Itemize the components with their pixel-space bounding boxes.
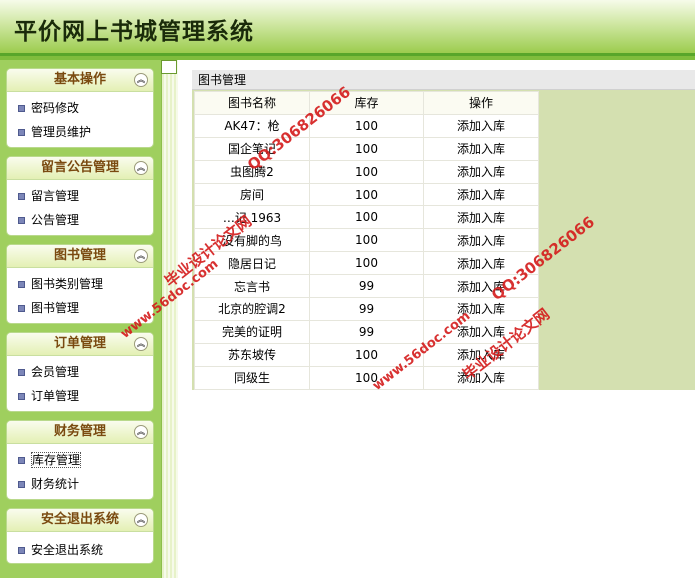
book-name-cell: 忘言书: [194, 274, 310, 299]
menu-group-finance: 财务管理 ︽ 库存管理 财务统计: [6, 420, 154, 500]
menu-group-logout: 安全退出系统 ︽ 安全退出系统: [6, 508, 154, 564]
stock-cell: 100: [309, 228, 424, 253]
add-stock-link[interactable]: 添加入库: [423, 228, 539, 253]
bullet-icon: [18, 193, 25, 200]
stock-cell: 100: [309, 182, 424, 207]
sidebar-splitter[interactable]: [162, 60, 178, 578]
stock-cell: 100: [309, 136, 424, 161]
book-name-cell: 完美的证明: [194, 319, 310, 344]
bullet-icon: [18, 281, 25, 288]
menu-group-title: 图书管理: [53, 248, 106, 263]
app-header: 平价网上书城管理系统: [0, 0, 695, 56]
menu-item-messages[interactable]: 留言管理: [7, 184, 153, 208]
add-stock-link[interactable]: 添加入库: [423, 136, 539, 161]
bullet-icon: [18, 457, 25, 464]
stock-cell: 100: [309, 159, 424, 184]
add-stock-link[interactable]: 添加入库: [423, 205, 539, 230]
menu-group-basic: 基本操作 ︽ 密码修改 管理员维护: [6, 68, 154, 148]
menu-item-notices[interactable]: 公告管理: [7, 208, 153, 232]
menu-group-title: 财务管理: [53, 424, 106, 439]
menu-item-book-categories[interactable]: 图书类别管理: [7, 272, 153, 296]
bullet-icon: [18, 217, 25, 224]
table-row: 忘言书 99 添加入库: [194, 274, 539, 299]
bullet-icon: [18, 105, 25, 112]
book-name-cell: 苏东坡传: [194, 342, 310, 367]
book-name-cell: 同级生: [194, 365, 310, 390]
menu-group-title: 安全退出系统: [40, 512, 119, 527]
menu-item-orders[interactable]: 订单管理: [7, 384, 153, 408]
collapse-icon[interactable]: ︽: [134, 425, 148, 439]
book-name-cell: 房间: [194, 182, 310, 207]
collapse-icon[interactable]: ︽: [134, 513, 148, 527]
menu-item-password[interactable]: 密码修改: [7, 96, 153, 120]
menu-item-finance-stats[interactable]: 财务统计: [7, 472, 153, 496]
stock-cell: 100: [309, 251, 424, 276]
add-stock-link[interactable]: 添加入库: [423, 113, 539, 138]
menu-group-books: 图书管理 ︽ 图书类别管理 图书管理: [6, 244, 154, 324]
menu-item-books[interactable]: 图书管理: [7, 296, 153, 320]
table-row: 北京的腔调2 99 添加入库: [194, 297, 539, 321]
menu-group-title: 留言公告管理: [40, 160, 119, 175]
collapse-icon[interactable]: ︽: [134, 249, 148, 263]
menu-group-header[interactable]: 留言公告管理 ︽: [7, 157, 153, 180]
menu-group-header[interactable]: 财务管理 ︽: [7, 421, 153, 444]
bullet-icon: [18, 305, 25, 312]
menu-group-title: 基本操作: [53, 72, 106, 87]
stock-cell: 99: [309, 297, 424, 321]
menu-group-orders: 订单管理 ︽ 会员管理 订单管理: [6, 332, 154, 412]
menu-item-members[interactable]: 会员管理: [7, 360, 153, 384]
menu-group-header[interactable]: 基本操作 ︽: [7, 69, 153, 92]
bullet-icon: [18, 129, 25, 136]
bullet-icon: [18, 481, 25, 488]
menu-item-logout[interactable]: 安全退出系统: [7, 538, 153, 562]
add-stock-link[interactable]: 添加入库: [423, 159, 539, 184]
column-header-name: 图书名称: [194, 91, 310, 115]
bullet-icon: [18, 547, 25, 554]
book-name-cell: 北京的腔调2: [194, 297, 310, 321]
main-content: 图书管理 图书名称 库存 操作 AK47：枪 100 添加入库 国企笔记 100 添加入…: [178, 60, 695, 578]
table-header-row: 图书名称 库存 操作: [194, 91, 539, 115]
collapse-icon[interactable]: ︽: [134, 73, 148, 87]
app-title: 平价网上书城管理系统: [14, 19, 254, 45]
menu-group-messages: 留言公告管理 ︽ 留言管理 公告管理: [6, 156, 154, 236]
collapse-icon[interactable]: ︽: [134, 337, 148, 351]
bullet-icon: [18, 369, 25, 376]
collapse-icon[interactable]: ︽: [134, 161, 148, 175]
table-row: AK47：枪 100 添加入库: [194, 113, 539, 138]
stock-cell: 99: [309, 274, 424, 299]
splitter-handle[interactable]: [161, 60, 177, 74]
panel-title: 图书管理: [192, 70, 695, 90]
stock-cell: 100: [309, 205, 424, 230]
table-row: 房间 100 添加入库: [194, 182, 539, 207]
menu-group-header[interactable]: 图书管理 ︽: [7, 245, 153, 268]
menu-item-admin[interactable]: 管理员维护: [7, 120, 153, 144]
bullet-icon: [18, 393, 25, 400]
menu-item-inventory[interactable]: 库存管理: [7, 448, 153, 472]
table-row: 隐居日记 100 添加入库: [194, 251, 539, 276]
menu-group-title: 订单管理: [53, 336, 106, 351]
column-header-action: 操作: [423, 91, 539, 115]
table-row: 完美的证明 99 添加入库: [194, 319, 539, 344]
menu-group-header[interactable]: 安全退出系统 ︽: [7, 509, 153, 532]
stock-cell: 99: [309, 319, 424, 344]
add-stock-link[interactable]: 添加入库: [423, 182, 539, 207]
